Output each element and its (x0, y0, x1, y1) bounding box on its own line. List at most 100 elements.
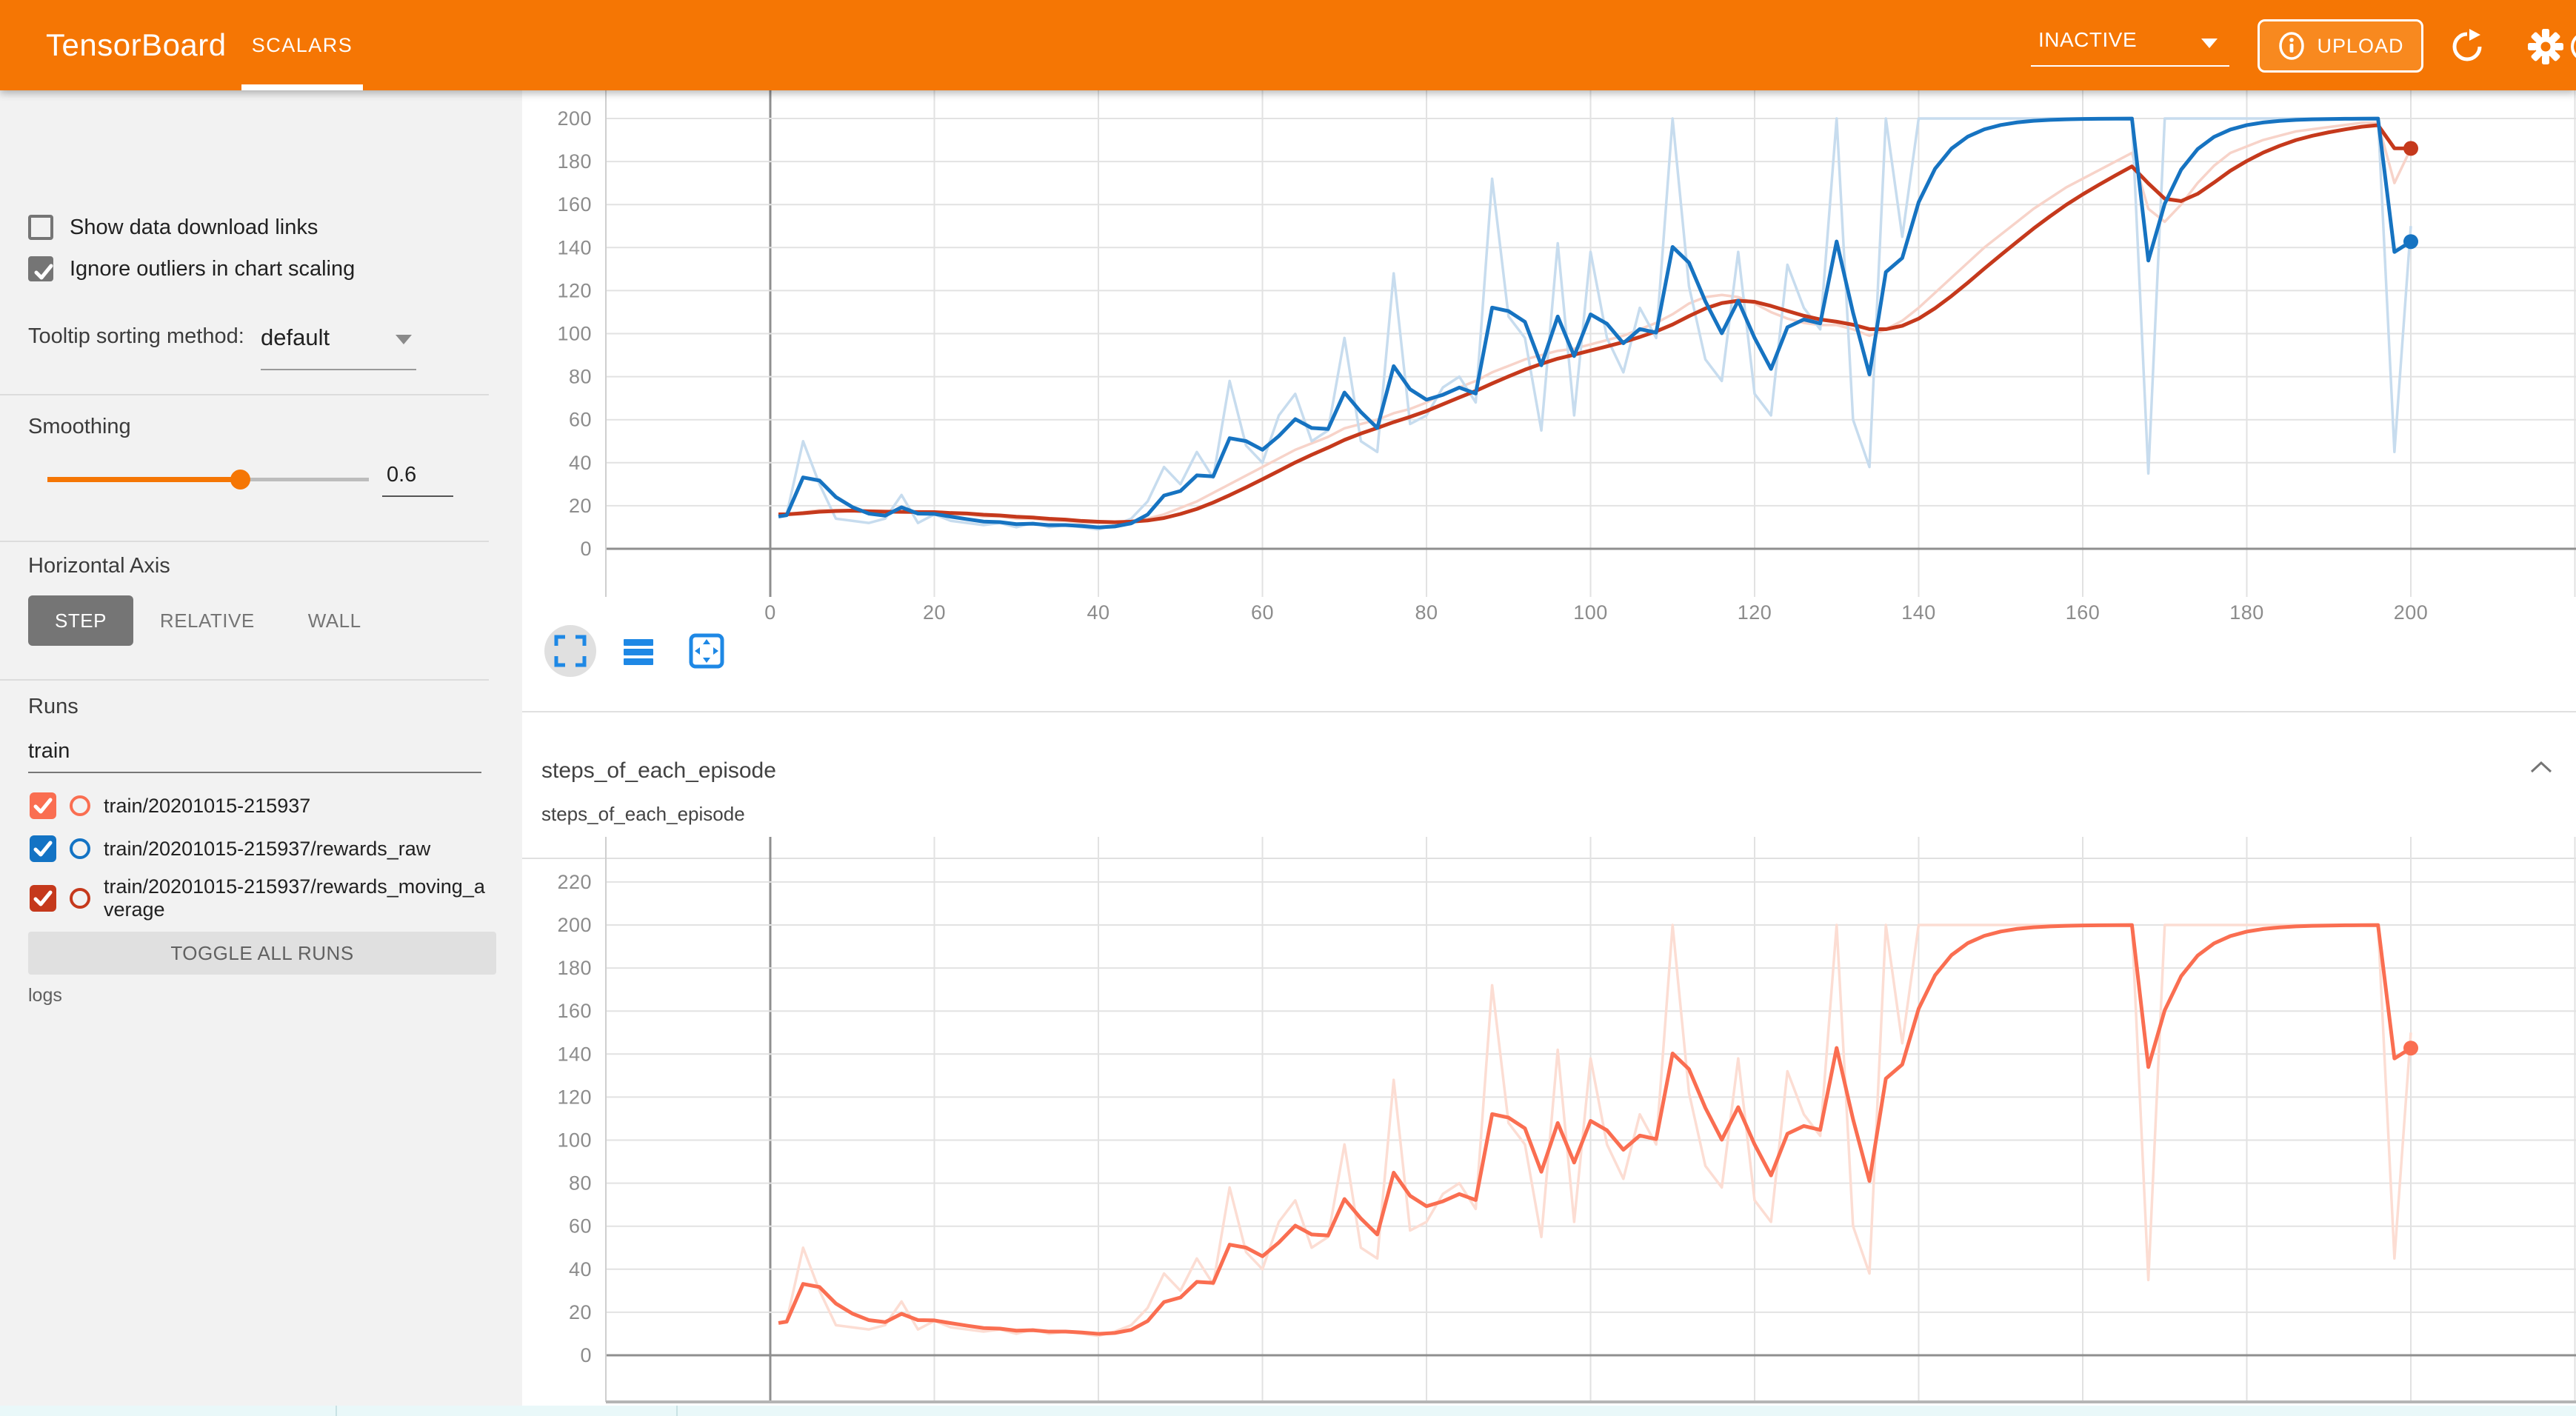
rewards-chart[interactable]: 0 20 40 60 80 100 120 140 160 180 200 0 20 40 60 80 100 1… (522, 90, 2576, 711)
toggle-all-runs-button[interactable]: TOGGLE ALL RUNS (28, 932, 496, 975)
runs-label: Runs (28, 695, 79, 719)
svg-text:20: 20 (569, 495, 592, 517)
horizontal-axis-label: Horizontal Axis (28, 554, 170, 578)
refresh-icon[interactable] (2449, 28, 2486, 65)
run-checkbox-icon[interactable] (30, 792, 56, 819)
svg-text:120: 120 (557, 1086, 592, 1108)
divider (0, 679, 489, 681)
run-row[interactable]: train/20201015-215937 (30, 789, 496, 822)
svg-text:100: 100 (557, 323, 592, 345)
svg-text:40: 40 (569, 1258, 592, 1280)
sidebar: Show data download links Ignore outliers… (0, 90, 522, 1406)
main-content: 0204060801001201401601802000204060801001… (522, 90, 2576, 1406)
status-dropdown[interactable]: INACTIVE (2031, 21, 2229, 67)
svg-text:40: 40 (1087, 601, 1110, 624)
log-scale-button[interactable] (613, 625, 664, 677)
run-row[interactable]: train/20201015-215937/rewards_raw (30, 832, 496, 865)
upload-button-label: UPLOAD (2317, 35, 2403, 58)
checkbox-unchecked-icon (28, 215, 53, 240)
chart-title: steps_of_each_episode (541, 803, 745, 826)
tooltip-strip (0, 1406, 2576, 1416)
svg-text:180: 180 (2229, 601, 2264, 624)
checkbox-checked-icon (28, 256, 53, 281)
chevron-down-icon (396, 335, 412, 344)
svg-text:100: 100 (557, 1129, 592, 1152)
smoothing-slider[interactable] (47, 470, 369, 489)
svg-text:180: 180 (557, 957, 592, 979)
runs-list: train/20201015-215937 train/20201015-2159… (30, 789, 496, 921)
tab-active-underline (241, 84, 363, 90)
section-title: steps_of_each_episode (541, 758, 776, 784)
svg-text:0: 0 (580, 538, 592, 560)
svg-text:60: 60 (569, 409, 592, 431)
svg-text:20: 20 (569, 1301, 592, 1323)
divider (0, 394, 489, 395)
ignore-outliers-checkbox[interactable]: Ignore outliers in chart scaling (28, 256, 355, 281)
svg-text:100: 100 (1573, 601, 1608, 624)
tooltip-sorting-label: Tooltip sorting method: (28, 324, 244, 349)
svg-text:80: 80 (569, 1172, 592, 1195)
smoothing-label: Smoothing (28, 415, 131, 439)
app-title: TensorBoard (46, 27, 227, 63)
svg-text:140: 140 (557, 1043, 592, 1065)
run-color-radio-icon[interactable] (70, 795, 90, 816)
expand-icon (553, 634, 587, 668)
chevron-up-icon[interactable] (2529, 760, 2554, 775)
svg-text:160: 160 (557, 193, 592, 216)
divider (0, 541, 489, 542)
run-label: train/20201015-215937/rewards_moving_ave… (104, 875, 489, 921)
svg-text:0: 0 (580, 1344, 592, 1366)
help-icon[interactable] (2567, 28, 2576, 65)
tooltip-sorting-dropdown[interactable]: default (261, 324, 416, 363)
upload-button[interactable]: UPLOAD (2258, 19, 2423, 73)
app-header: TensorBoard SCALARS INACTIVE UPLOAD (0, 0, 2576, 90)
run-checkbox-icon[interactable] (30, 885, 56, 912)
chevron-down-icon (2201, 39, 2218, 48)
svg-text:200: 200 (557, 914, 592, 936)
axis-option-step[interactable]: STEP (28, 595, 133, 646)
section-header-steps-of-each-episode[interactable]: steps_of_each_episode (522, 712, 2576, 858)
runs-filter-input[interactable]: train (28, 739, 481, 764)
run-color-radio-icon[interactable] (70, 838, 90, 859)
run-color-radio-icon[interactable] (70, 888, 90, 909)
svg-text:20: 20 (923, 601, 946, 624)
svg-text:80: 80 (1415, 601, 1438, 624)
svg-text:220: 220 (557, 871, 592, 893)
svg-text:60: 60 (569, 1215, 592, 1238)
svg-text:40: 40 (569, 452, 592, 474)
svg-text:160: 160 (2066, 601, 2100, 624)
svg-text:140: 140 (557, 236, 592, 258)
horizontal-axis-options: STEP RELATIVE WALL (28, 595, 388, 646)
fit-domain-icon (688, 632, 725, 669)
svg-text:120: 120 (557, 279, 592, 301)
svg-text:160: 160 (557, 1000, 592, 1022)
svg-text:60: 60 (1251, 601, 1274, 624)
steps-chart[interactable]: 0 20 40 60 80 100 120 140 160 180 200 220 (522, 837, 2576, 1406)
gear-icon[interactable] (2526, 27, 2566, 67)
run-label: train/20201015-215937/rewards_raw (104, 838, 489, 861)
svg-text:120: 120 (1738, 601, 1772, 624)
tab-scalars-label: SCALARS (252, 34, 353, 57)
run-label: train/20201015-215937 (104, 795, 489, 818)
log-directory-label: logs (28, 985, 62, 1006)
svg-text:200: 200 (2394, 601, 2429, 624)
status-dropdown-value: INACTIVE (2038, 28, 2137, 52)
info-icon (2277, 31, 2306, 61)
chart-toolbar (544, 625, 733, 677)
svg-text:200: 200 (557, 107, 592, 130)
axis-option-wall[interactable]: WALL (281, 595, 388, 646)
tab-scalars[interactable]: SCALARS (238, 0, 366, 90)
slider-thumb[interactable] (230, 470, 250, 490)
svg-text:140: 140 (1901, 601, 1936, 624)
svg-text:0: 0 (764, 601, 776, 624)
log-scale-icon (621, 634, 655, 668)
smoothing-value-field[interactable]: 0.6 (382, 463, 453, 487)
fit-domain-button[interactable] (681, 625, 733, 677)
run-row[interactable]: train/20201015-215937/rewards_moving_ave… (30, 875, 496, 921)
expand-chart-button[interactable] (544, 625, 596, 677)
svg-text:80: 80 (569, 366, 592, 388)
svg-text:180: 180 (557, 150, 592, 173)
show-download-links-checkbox[interactable]: Show data download links (28, 215, 318, 240)
run-checkbox-icon[interactable] (30, 835, 56, 862)
axis-option-relative[interactable]: RELATIVE (133, 595, 281, 646)
